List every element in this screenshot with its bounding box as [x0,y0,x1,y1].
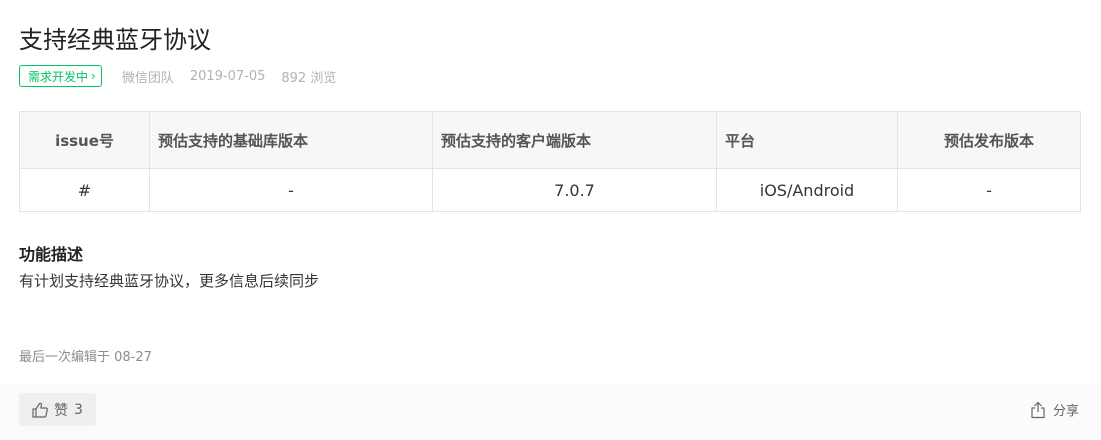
chevron-right-icon: › [91,69,96,83]
cell-client-version: 7.0.7 [432,168,717,212]
cell-issue: # [19,168,150,212]
header-lib-version: 预估支持的基础库版本 [149,111,433,169]
section-body: 有计划支持经典蓝牙协议，更多信息后续同步 [19,272,320,290]
issue-page: 支持经典蓝牙协议 需求开发中 › 微信团队 2019-07-05 892 浏览 … [0,0,1101,440]
header-issue: issue号 [19,111,150,169]
author-name: 微信团队 [121,70,174,86]
section-title: 功能描述 [19,245,84,264]
cell-platform: iOS/Android [716,168,898,212]
share-icon [1031,401,1045,418]
cell-release-version: - [897,168,1081,212]
thumbs-up-icon [32,402,48,418]
meta-row: 需求开发中 › 微信团队 2019-07-05 892 浏览 [19,63,336,89]
status-badge[interactable]: 需求开发中 › [19,65,102,87]
page-title: 支持经典蓝牙协议 [19,26,211,54]
last-edited: 最后一次编辑于 08-27 [19,350,152,365]
status-label: 需求开发中 [28,69,89,84]
issue-table: issue号 预估支持的基础库版本 预估支持的客户端版本 平台 预估发布版本 #… [19,111,1081,212]
share-button[interactable]: 分享 [1030,400,1079,419]
share-label: 分享 [1052,404,1079,419]
like-count: 3 [74,401,83,418]
table-row: # - 7.0.7 iOS/Android - [19,168,1081,212]
post-date: 2019-07-05 [189,68,266,84]
footer-bar: 赞 3 分享 [0,385,1101,440]
table-header-row: issue号 预估支持的基础库版本 预估支持的客户端版本 平台 预估发布版本 [19,111,1081,169]
like-label: 赞 [54,402,68,419]
header-release-version: 预估发布版本 [897,111,1081,169]
cell-lib-version: - [149,168,433,212]
header-client-version: 预估支持的客户端版本 [432,111,717,169]
header-platform: 平台 [716,111,898,169]
view-count: 892 浏览 [281,70,337,86]
like-button[interactable]: 赞 3 [19,393,96,426]
